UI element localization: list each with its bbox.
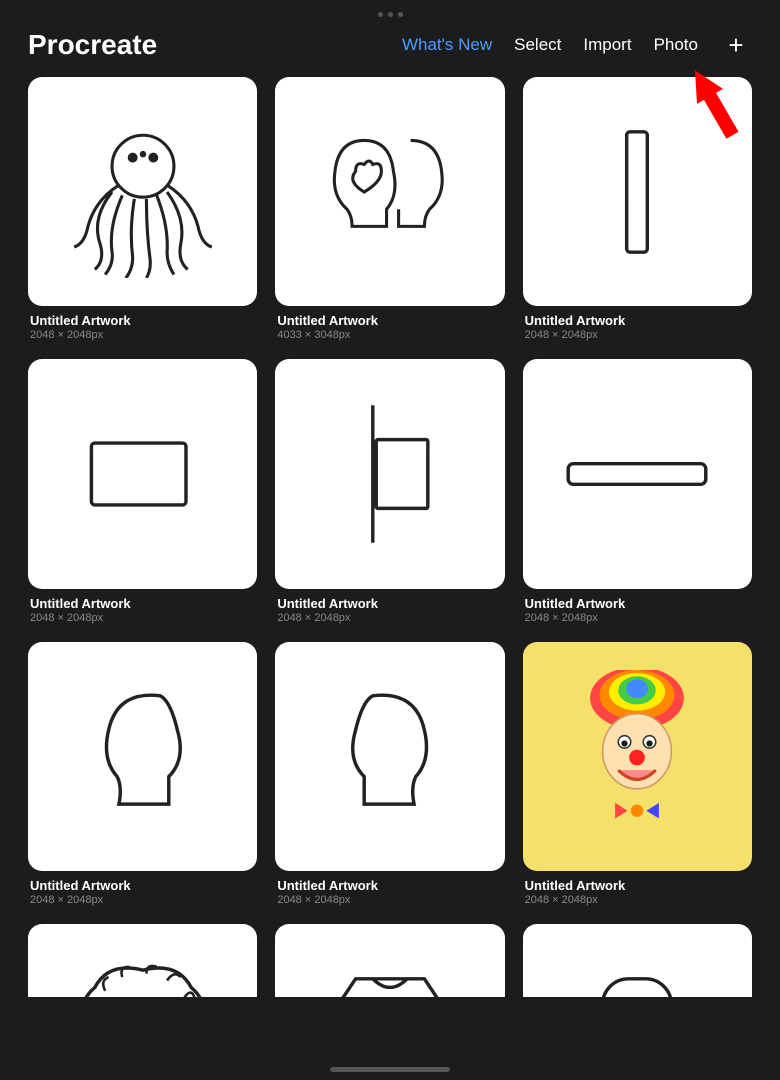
header-nav: What's New Select Import Photo + (402, 29, 752, 61)
artwork-name: Untitled Artwork (277, 596, 504, 611)
artwork-thumbnail[interactable] (523, 924, 752, 997)
artwork-name: Untitled Artwork (525, 878, 752, 893)
artwork-thumbnail[interactable] (28, 359, 257, 588)
artwork-name: Untitled Artwork (525, 313, 752, 328)
artwork-thumbnail[interactable] (28, 924, 257, 997)
artwork-item[interactable]: Untitled Artwork 2048 × 2048px (523, 77, 752, 341)
artwork-info: Untitled Artwork 2048 × 2048px (28, 878, 257, 906)
artwork-name: Untitled Artwork (277, 878, 504, 893)
artwork-name: Untitled Artwork (525, 596, 752, 611)
artwork-name: Untitled Artwork (30, 313, 257, 328)
artwork-info: Untitled Artwork 4033 × 3048px (275, 313, 504, 341)
artwork-thumbnail[interactable] (275, 924, 504, 997)
artwork-item[interactable]: Untitled Artwork 2048 × 2048px (275, 642, 504, 906)
artwork-name: Untitled Artwork (30, 596, 257, 611)
artwork-item[interactable]: Untitled Artwork 2048 × 2048px (275, 924, 504, 997)
artwork-size: 4033 × 3048px (277, 329, 504, 341)
artwork-item[interactable]: Untitled Artwork 2048 × 2048px (523, 924, 752, 997)
app-title: Procreate (28, 29, 157, 61)
artwork-size: 2048 × 2048px (525, 612, 752, 624)
home-indicator (330, 1067, 450, 1072)
artwork-item[interactable]: Untitled Artwork 4033 × 3048px (275, 77, 504, 341)
artwork-item[interactable]: Untitled Artwork 2048 × 2048px (28, 642, 257, 906)
artwork-item[interactable]: Untitled Artwork 2048 × 2048px (275, 359, 504, 623)
photo-button[interactable]: Photo (654, 35, 698, 55)
artwork-item[interactable]: Untitled Artwork 2048 × 2048px (28, 924, 257, 997)
artwork-thumbnail[interactable] (523, 642, 752, 871)
artwork-info: Untitled Artwork 2048 × 2048px (275, 878, 504, 906)
artwork-size: 2048 × 2048px (277, 612, 504, 624)
select-button[interactable]: Select (514, 35, 561, 55)
artwork-thumbnail[interactable] (275, 642, 504, 871)
artwork-name: Untitled Artwork (30, 878, 257, 893)
artwork-info: Untitled Artwork 2048 × 2048px (523, 596, 752, 624)
artwork-size: 2048 × 2048px (30, 329, 257, 341)
artwork-item[interactable]: Untitled Artwork 2048 × 2048px (28, 359, 257, 623)
artwork-info: Untitled Artwork 2048 × 2048px (523, 313, 752, 341)
add-artwork-button[interactable]: + (720, 29, 752, 61)
app-header: Procreate What's New Select Import Photo… (0, 21, 780, 77)
artwork-info: Untitled Artwork 2048 × 2048px (275, 596, 504, 624)
artwork-thumbnail[interactable] (28, 642, 257, 871)
top-bar (0, 0, 780, 21)
artwork-item[interactable]: Untitled Artwork 2048 × 2048px (523, 359, 752, 623)
artwork-info: Untitled Artwork 2048 × 2048px (523, 878, 752, 906)
artwork-item[interactable]: Untitled Artwork 2048 × 2048px (523, 642, 752, 906)
artwork-thumbnail[interactable] (523, 77, 752, 306)
artwork-grid: Untitled Artwork 2048 × 2048px Untitled … (0, 77, 780, 997)
whats-new-link[interactable]: What's New (402, 35, 492, 55)
artwork-size: 2048 × 2048px (277, 894, 504, 906)
artwork-item[interactable]: Untitled Artwork 2048 × 2048px (28, 77, 257, 341)
artwork-info: Untitled Artwork 2048 × 2048px (28, 596, 257, 624)
import-button[interactable]: Import (583, 35, 631, 55)
artwork-info: Untitled Artwork 2048 × 2048px (28, 313, 257, 341)
artwork-size: 2048 × 2048px (525, 894, 752, 906)
artwork-thumbnail[interactable] (28, 77, 257, 306)
artwork-size: 2048 × 2048px (525, 329, 752, 341)
artwork-size: 2048 × 2048px (30, 894, 257, 906)
artwork-thumbnail[interactable] (275, 359, 504, 588)
artwork-thumbnail[interactable] (523, 359, 752, 588)
artwork-thumbnail[interactable] (275, 77, 504, 306)
artwork-name: Untitled Artwork (277, 313, 504, 328)
artwork-size: 2048 × 2048px (30, 612, 257, 624)
